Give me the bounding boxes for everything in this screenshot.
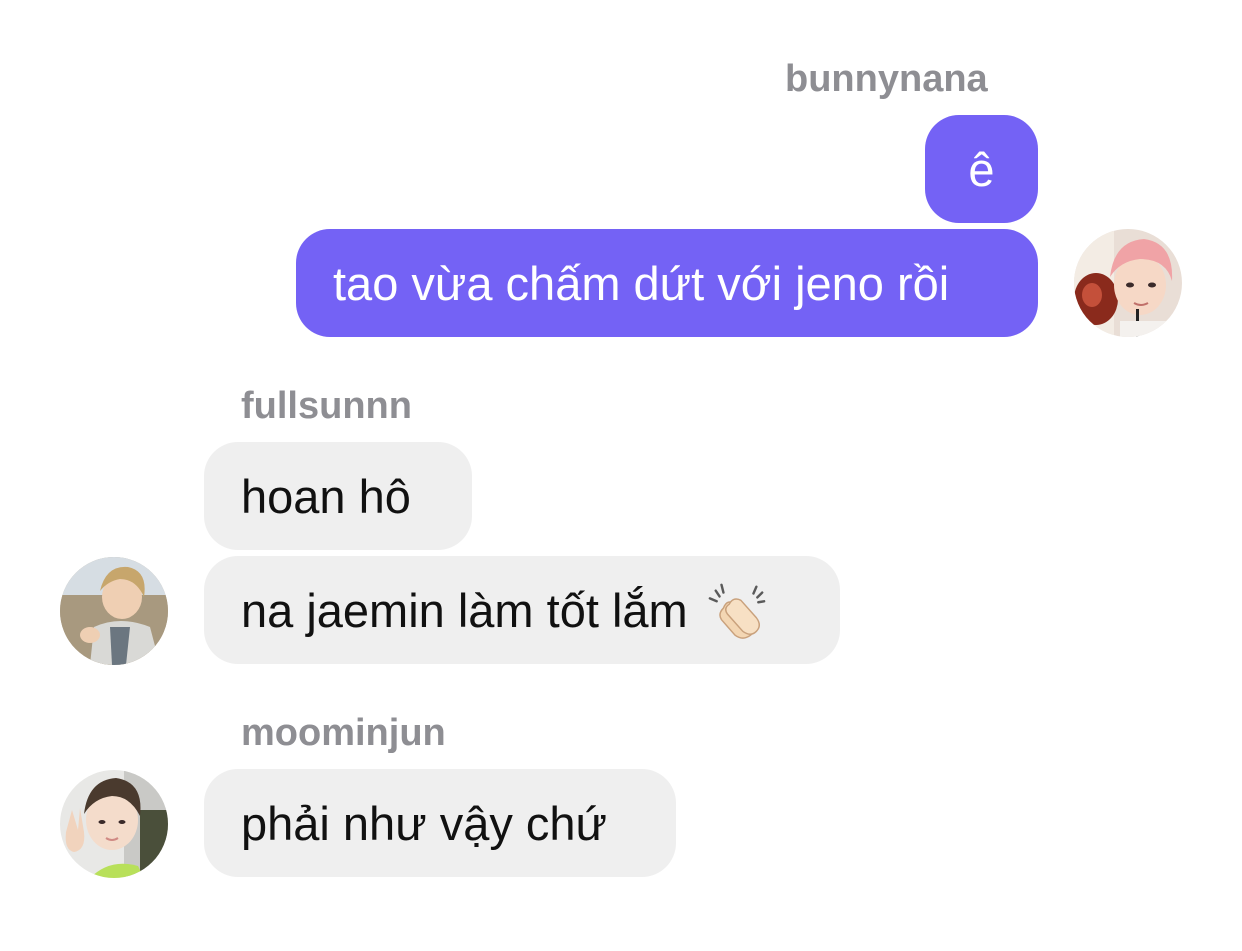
message-text: tao vừa chấm dứt với jeno rồi — [333, 256, 950, 310]
message-bubble-outgoing[interactable]: ê — [925, 115, 1038, 223]
avatar-pink-hair-boy-icon — [1074, 229, 1182, 337]
message-bubble-incoming[interactable]: hoan hô — [204, 442, 472, 550]
avatar-boy-peace-sign-icon — [60, 770, 168, 878]
message-bubble-incoming[interactable]: na jaemin làm tốt lắm — [204, 556, 840, 664]
sender-name-moominjun: moominjun — [241, 712, 446, 754]
avatar-moominjun[interactable] — [60, 770, 168, 878]
message-text: hoan hô — [241, 469, 411, 523]
sender-name-bunnynana: bunnynana — [785, 58, 988, 100]
message-bubble-outgoing[interactable]: tao vừa chấm dứt với jeno rồi — [296, 229, 1038, 337]
message-text: na jaemin làm tốt lắm — [241, 583, 688, 637]
sender-name-fullsunnn: fullsunnn — [241, 385, 412, 427]
message-text: phải như vậy chứ — [241, 796, 608, 850]
message-text: ê — [968, 142, 995, 196]
avatar-fullsunnn[interactable] — [60, 557, 168, 665]
avatar-boy-outdoors-icon — [60, 557, 168, 665]
avatar-bunnynana[interactable] — [1074, 229, 1182, 337]
message-bubble-incoming[interactable]: phải như vậy chứ — [204, 769, 676, 877]
clapping-hands-emoji-icon — [708, 583, 766, 639]
